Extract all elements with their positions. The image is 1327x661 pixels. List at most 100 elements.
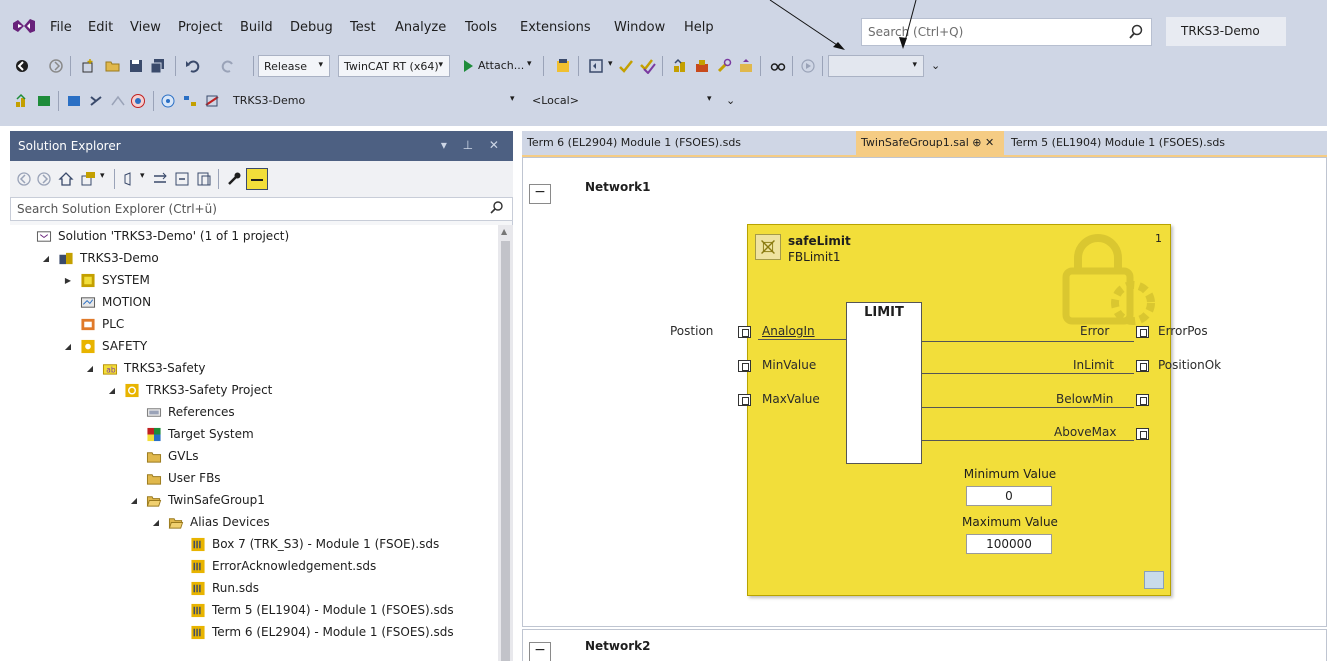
tree-item[interactable]: ◢ TRKS3-Safety Project xyxy=(106,379,272,401)
menu-extensions[interactable]: Extensions xyxy=(520,20,591,35)
show-all-files-icon[interactable] xyxy=(196,171,212,187)
network1-collapse-button[interactable]: − xyxy=(529,184,551,204)
panel-window-controls[interactable]: ▾ ⊥ ✕ xyxy=(441,138,505,152)
output-port-abovemax[interactable] xyxy=(1136,428,1149,440)
chevron-down-icon[interactable]: ▾ xyxy=(510,94,515,104)
tree-item[interactable]: ◢ ab TRKS3-Safety xyxy=(84,357,206,379)
chevron-down-icon[interactable]: ▾ xyxy=(527,59,532,69)
tree-item[interactable]: ◢ TwinSafeGroup1 xyxy=(128,489,265,511)
activate-configuration-icon[interactable] xyxy=(14,93,30,109)
properties-wrench-icon[interactable] xyxy=(226,171,242,187)
tree-item[interactable]: Run.sds xyxy=(172,577,259,599)
verify-complete-safety-icon[interactable] xyxy=(640,58,656,74)
back-icon[interactable] xyxy=(16,171,32,187)
output-port-error[interactable] xyxy=(1136,326,1149,338)
input-port-minvalue[interactable] xyxy=(738,360,751,372)
tree-expander-icon[interactable]: ◢ xyxy=(40,254,52,263)
export-safety-icon[interactable] xyxy=(738,58,754,74)
menu-debug[interactable]: Debug xyxy=(290,20,333,35)
home-icon[interactable] xyxy=(58,171,74,187)
tree-item[interactable]: Box 7 (TRK_S3) - Module 1 (FSOE).sds xyxy=(172,533,439,555)
open-file-icon[interactable] xyxy=(105,58,121,74)
chevron-down-icon[interactable]: ▾ xyxy=(140,171,145,181)
tree-expander-icon[interactable]: ▶ xyxy=(62,276,74,285)
undo-icon[interactable] xyxy=(185,58,201,74)
vertical-scrollbar[interactable]: ▲ xyxy=(498,225,513,661)
navigate-back-icon[interactable] xyxy=(14,58,30,74)
download-safety-icon[interactable] xyxy=(694,58,710,74)
collapse-all-icon[interactable] xyxy=(174,171,190,187)
output-variable-positionok[interactable]: PositionOk xyxy=(1158,358,1221,372)
navigate-forward-icon[interactable] xyxy=(48,58,64,74)
new-project-icon[interactable] xyxy=(80,58,96,74)
tree-item[interactable]: GVLs xyxy=(128,445,198,467)
tree-item[interactable]: PLC xyxy=(62,313,124,335)
config-mode-icon[interactable] xyxy=(66,93,82,109)
forward-icon[interactable] xyxy=(36,171,52,187)
network2-collapse-button[interactable]: − xyxy=(529,642,551,661)
output-port-belowmin[interactable] xyxy=(1136,394,1149,406)
tree-item[interactable]: Term 6 (EL2904) - Module 1 (FSOES).sds xyxy=(172,621,454,643)
tree-item[interactable]: ErrorAcknowledgement.sds xyxy=(172,555,376,577)
menu-test[interactable]: Test xyxy=(350,20,376,35)
tree-expander-icon[interactable]: ◢ xyxy=(106,386,118,395)
find-in-files-icon[interactable] xyxy=(555,58,571,74)
tab-term5-el1904[interactable]: Term 5 (EL1904) Module 1 (FSOES).sds xyxy=(1006,131,1327,155)
preview-selected-button[interactable] xyxy=(246,168,268,190)
tab-term6-el2904[interactable]: Term 6 (EL2904) Module 1 (FSOES).sds xyxy=(522,131,848,155)
run-disabled-icon[interactable] xyxy=(800,58,816,74)
menu-project[interactable]: Project xyxy=(178,20,222,35)
sync-with-document-icon[interactable] xyxy=(152,171,168,187)
tree-item[interactable]: Term 5 (EL1904) - Module 1 (FSOES).sds xyxy=(172,599,454,621)
maximum-value-field[interactable]: 100000 xyxy=(966,534,1052,554)
show-online-data-icon[interactable] xyxy=(130,93,146,109)
input-port-analogin[interactable] xyxy=(738,326,751,338)
tree-item[interactable]: MOTION xyxy=(62,291,151,313)
menu-window[interactable]: Window xyxy=(614,20,665,35)
tree-item[interactable]: References xyxy=(128,401,235,423)
solution-platform-dropdown[interactable]: TwinCAT RT (x64) ▾ xyxy=(338,55,450,77)
menu-help[interactable]: Help xyxy=(684,20,714,35)
redo-icon[interactable] xyxy=(220,58,236,74)
menu-analyze[interactable]: Analyze xyxy=(395,20,446,35)
output-variable-errorpos[interactable]: ErrorPos xyxy=(1158,324,1208,338)
output-port-inlimit[interactable] xyxy=(1136,360,1149,372)
scan-icon[interactable] xyxy=(160,93,176,109)
activate-safety-icon[interactable] xyxy=(672,58,688,74)
solution-explorer-search[interactable]: Search Solution Explorer (Ctrl+ü) xyxy=(10,197,513,221)
chevron-down-icon[interactable]: ▾ xyxy=(100,171,105,181)
customize-safety-icon[interactable] xyxy=(716,58,732,74)
pending-changes-filter-icon[interactable] xyxy=(122,171,138,187)
online-view-icon[interactable] xyxy=(770,58,786,74)
tab-twinsafegroup1[interactable]: TwinSafeGroup1.sal ⊕ ✕ xyxy=(856,131,1004,155)
target-system-dropdown[interactable]: <Local> xyxy=(527,90,722,112)
toggle-grid-icon[interactable] xyxy=(182,93,198,109)
fb-instance-name[interactable]: FBLimit1 xyxy=(788,250,841,264)
quick-launch-search[interactable]: Search (Ctrl+Q) xyxy=(861,18,1152,46)
attach-button[interactable]: Attach... xyxy=(478,59,524,72)
load-devices-icon[interactable] xyxy=(88,93,104,109)
tree-item[interactable]: ◢ Alias Devices xyxy=(150,511,270,533)
toggle-freerun-icon[interactable] xyxy=(110,93,126,109)
scrollbar-thumb[interactable] xyxy=(501,241,510,661)
input-port-maxvalue[interactable] xyxy=(738,394,751,406)
chevron-down-icon[interactable]: ▾ xyxy=(608,59,613,69)
input-variable-postion[interactable]: Postion xyxy=(670,324,713,338)
menu-file[interactable]: File xyxy=(50,20,72,35)
menu-tools[interactable]: Tools xyxy=(465,20,497,35)
start-debug-icon[interactable] xyxy=(460,58,476,74)
minimum-value-field[interactable]: 0 xyxy=(966,486,1052,506)
menu-edit[interactable]: Edit xyxy=(88,20,113,35)
scroll-up-icon[interactable]: ▲ xyxy=(501,227,507,236)
save-icon[interactable] xyxy=(128,58,144,74)
tree-expander-icon[interactable]: ◢ xyxy=(84,364,96,373)
switch-views-icon[interactable] xyxy=(80,171,96,187)
chevron-down-icon[interactable]: ▾ xyxy=(707,94,712,104)
tree-item[interactable]: ◢ TRKS3-Demo xyxy=(40,247,159,269)
toggle-mapping-icon[interactable] xyxy=(204,93,220,109)
verify-safety-icon[interactable] xyxy=(618,58,634,74)
tree-item[interactable]: User FBs xyxy=(128,467,221,489)
tree-item[interactable]: ◢ SAFETY xyxy=(62,335,147,357)
toolbar-overflow-icon[interactable]: ⌄ xyxy=(931,59,940,72)
tree-item[interactable]: Target System xyxy=(128,423,254,445)
